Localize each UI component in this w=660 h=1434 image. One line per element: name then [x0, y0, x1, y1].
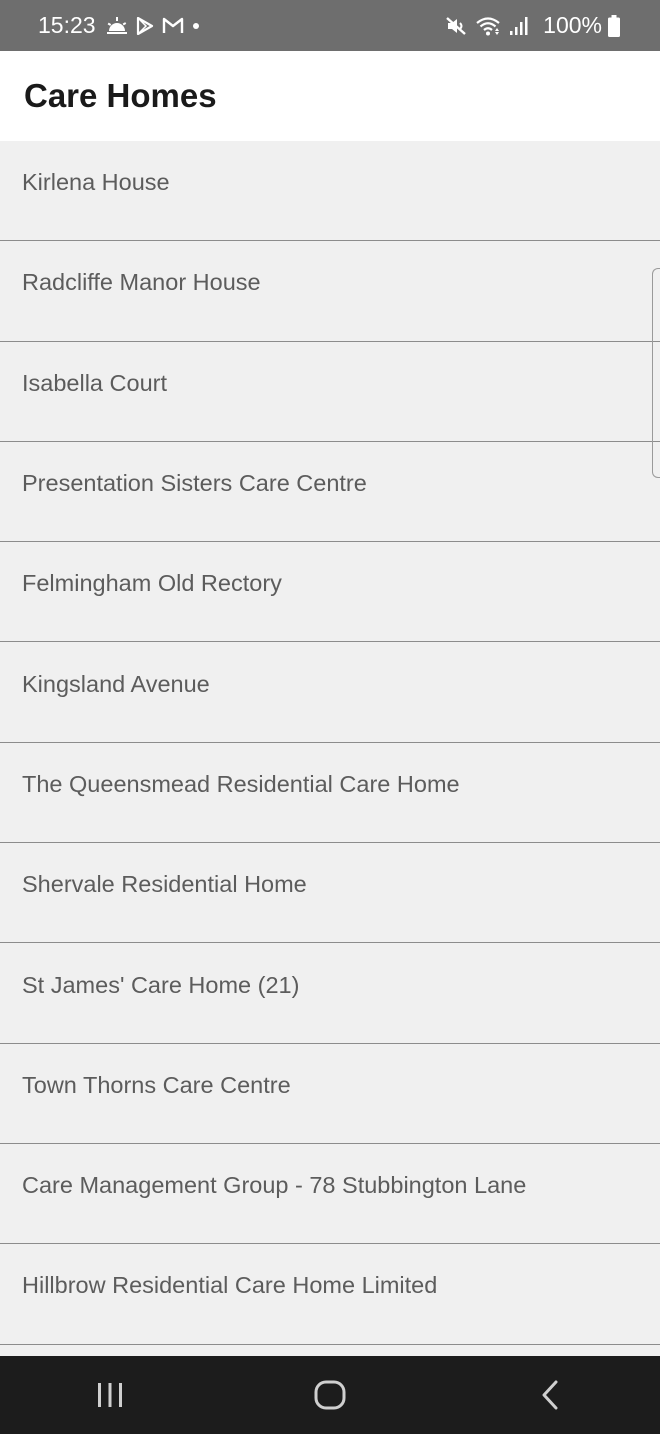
battery-icon — [608, 14, 620, 37]
mute-icon — [445, 15, 467, 37]
list-item[interactable]: Shervale Residential Home — [0, 843, 660, 944]
list-item[interactable]: Kingsland Avenue — [0, 642, 660, 743]
list-item[interactable]: Care Management Group - 78 Stubbington L… — [0, 1144, 660, 1245]
home-icon[interactable] — [270, 1365, 390, 1425]
screen: 15:23 100% Care Homes Kirlena House Radc… — [0, 0, 660, 1434]
back-icon[interactable] — [490, 1365, 610, 1425]
list-item[interactable]: Isabella Court — [0, 342, 660, 442]
list-item[interactable]: Presentation Sisters Care Centre — [0, 442, 660, 543]
scrollbar[interactable] — [652, 268, 660, 478]
list-item[interactable]: The Queensmead Residential Care Home — [0, 743, 660, 844]
recent-apps-icon[interactable] — [50, 1365, 170, 1425]
list-item[interactable]: Hillbrow Residential Care Home Limited — [0, 1244, 660, 1345]
status-right: 100% — [445, 12, 620, 39]
signal-icon — [509, 16, 529, 36]
status-time: 15:23 — [38, 12, 96, 38]
page-title: Care Homes — [24, 77, 217, 114]
list-item[interactable]: Radcliffe Manor House — [0, 241, 660, 342]
list-item[interactable]: St James' Care Home (21) — [0, 943, 660, 1044]
wifi-icon — [475, 15, 501, 37]
list-item[interactable]: Town Thorns Care Centre — [0, 1044, 660, 1144]
list-item[interactable]: Kirlena House — [0, 141, 660, 242]
weather-sunrise-icon — [106, 16, 128, 35]
status-left: 15:23 — [38, 12, 208, 39]
navigation-bar — [0, 1356, 660, 1434]
status-bar: 15:23 100% — [0, 0, 660, 51]
notification-dot-icon — [192, 22, 200, 30]
care-homes-list[interactable]: Kirlena House Radcliffe Manor House Isab… — [0, 141, 660, 1356]
list-item[interactable]: Felmingham Old Rectory — [0, 542, 660, 643]
gmail-icon — [162, 17, 184, 34]
play-store-icon — [136, 16, 154, 35]
battery-level: 100% — [543, 12, 602, 38]
app-bar: Care Homes — [0, 51, 660, 141]
